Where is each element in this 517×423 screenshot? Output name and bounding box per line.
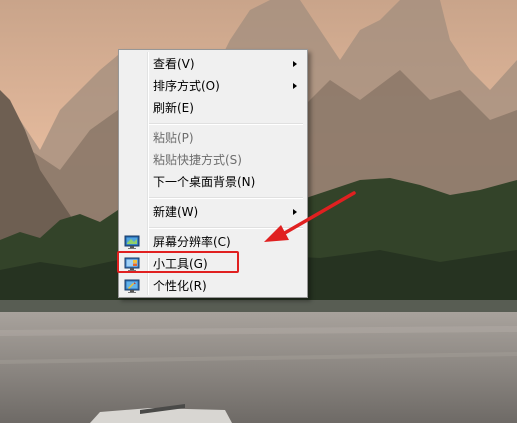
personalize-icon xyxy=(124,279,140,293)
menu-item-paste[interactable]: 粘贴(P) xyxy=(121,127,305,149)
menu-item-sort-by[interactable]: 排序方式(O) xyxy=(121,75,305,97)
submenu-arrow-icon xyxy=(293,209,297,215)
menu-item-label: 粘贴快捷方式(S) xyxy=(153,153,242,167)
menu-item-label: 查看(V) xyxy=(153,57,195,71)
menu-item-label: 下一个桌面背景(N) xyxy=(153,175,256,189)
menu-item-new[interactable]: 新建(W) xyxy=(121,201,305,223)
menu-item-label: 刷新(E) xyxy=(153,101,194,115)
menu-item-view[interactable]: 查看(V) xyxy=(121,53,305,75)
submenu-arrow-icon xyxy=(293,61,297,67)
menu-item-next-desktop-background[interactable]: 下一个桌面背景(N) xyxy=(121,171,305,193)
menu-item-label: 个性化(R) xyxy=(153,279,207,293)
menu-item-label: 屏幕分辨率(C) xyxy=(153,235,231,249)
menu-item-refresh[interactable]: 刷新(E) xyxy=(121,97,305,119)
menu-item-personalize[interactable]: 个性化(R) xyxy=(121,275,305,297)
submenu-arrow-icon xyxy=(293,83,297,89)
menu-item-paste-shortcut[interactable]: 粘贴快捷方式(S) xyxy=(121,149,305,171)
menu-item-label: 新建(W) xyxy=(153,205,199,219)
menu-separator xyxy=(149,123,303,125)
screen-resolution-icon xyxy=(124,235,140,249)
menu-item-screen-resolution[interactable]: 屏幕分辨率(C) xyxy=(121,231,305,253)
menu-separator xyxy=(149,227,303,229)
menu-item-label: 排序方式(O) xyxy=(153,79,220,93)
menu-separator xyxy=(149,197,303,199)
menu-item-label: 粘贴(P) xyxy=(153,131,194,145)
annotation-highlight-box xyxy=(117,251,239,273)
